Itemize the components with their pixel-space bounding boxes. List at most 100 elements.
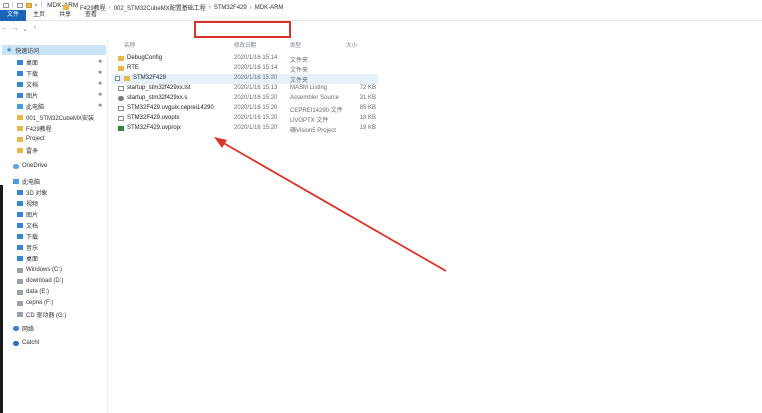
drive-icon: [17, 289, 23, 295]
document-icon: [17, 222, 23, 228]
file-row[interactable]: startup_stm32f429xx.lst 2020/1/16 15:13 …: [112, 84, 378, 94]
sidebar-item-label: 3D 对象: [26, 190, 48, 197]
drive-icon: [17, 278, 23, 284]
sidebar-item-label: 视频: [26, 201, 39, 208]
sidebar-item-desktop[interactable]: 桌面 ✱: [17, 57, 102, 67]
sidebar-item-label: 图片: [26, 212, 39, 219]
sidebar-item-quick-access[interactable]: ★ 快速访问: [2, 45, 106, 55]
file-row[interactable]: STM32F429.uvguix.ceprei14290 2020/1/16 1…: [112, 104, 378, 114]
column-header-name[interactable]: 名称: [124, 41, 135, 49]
file-date: 2020/1/16 15:14: [234, 65, 278, 71]
file-name: STM32F429.uvoptx: [127, 115, 180, 121]
file-name-cell: RTE: [118, 65, 139, 71]
navigation-pane: ★ 快速访问 桌面 ✱ 下载 ✱ 文档 ✱ 图片 ✱ 此电脑 ✱ 001_STM…: [0, 40, 108, 413]
catch-icon: [13, 340, 19, 346]
file-name: STM32F429.uvprojx: [127, 125, 182, 131]
file-type: 文件夹: [290, 58, 309, 64]
sidebar-item-pictures[interactable]: 图片 ✱: [17, 90, 102, 100]
file-row[interactable]: RTE 2020/1/16 15:14 文件夹: [112, 64, 378, 74]
navigation-bar: ← → ⌄ ↑: [0, 21, 762, 36]
drive-icon: [17, 300, 23, 306]
desktop-icon: [17, 59, 23, 65]
picture-icon: [17, 92, 23, 98]
sidebar-item-3d-objects[interactable]: 3D 对象: [17, 187, 47, 197]
arrow-head: [214, 137, 227, 148]
sidebar-item-documents[interactable]: 文档 ✱: [17, 79, 102, 89]
forward-arrow-icon[interactable]: →: [10, 25, 20, 32]
sidebar-item-this-pc-pinned[interactable]: 此电脑 ✱: [17, 101, 102, 111]
sidebar-item-pictures-pc[interactable]: 图片: [17, 209, 38, 219]
breadcrumb-segment[interactable]: STM32F429: [214, 5, 247, 11]
document-icon: [118, 105, 124, 111]
tab-file[interactable]: 文件: [0, 9, 27, 21]
sidebar-item-this-pc[interactable]: 此电脑: [13, 176, 40, 186]
sidebar-item-label: F429教程: [26, 126, 52, 133]
quick-access-properties-icon[interactable]: [16, 2, 23, 8]
sidebar-item-drive-f[interactable]: ceprei (F:): [17, 298, 53, 308]
sidebar-item-downloads[interactable]: 下载 ✱: [17, 68, 102, 78]
column-header-date[interactable]: 修改日期: [234, 41, 256, 49]
download-icon: [17, 70, 23, 76]
sidebar-scrollbar[interactable]: [0, 185, 3, 413]
file-row[interactable]: DebugConfig 2020/1/16 15:14 文件夹: [112, 54, 378, 64]
back-arrow-icon[interactable]: ←: [0, 25, 10, 32]
address-bar[interactable]: › F429教程 › 002_STM32CubeMX配置基础工程 › STM32…: [63, 2, 283, 13]
file-size: 31 KB: [359, 95, 376, 101]
column-header-type[interactable]: 类型: [290, 41, 301, 49]
pin-icon[interactable]: ✱: [98, 103, 102, 109]
file-row[interactable]: STM32F429.uvoptx 2020/1/16 15:20 UVOPTX …: [112, 114, 378, 124]
file-name: startup_stm32f429xx.s: [127, 95, 188, 101]
sidebar-item-onedrive[interactable]: OneDrive: [13, 161, 47, 171]
column-header-size[interactable]: 大小: [346, 41, 357, 49]
file-row[interactable]: STM32F429 2020/1/16 15:20 文件夹: [112, 74, 378, 84]
sidebar-item-label: CD 驱动器 (G:): [26, 312, 67, 319]
pin-icon[interactable]: ✱: [98, 92, 102, 98]
sidebar-item-drive-e[interactable]: data (E:): [17, 287, 49, 297]
sidebar-item-label: 文档: [26, 82, 39, 89]
document-icon: [118, 115, 124, 121]
up-arrow-icon[interactable]: ↑: [30, 25, 40, 32]
breadcrumb-chevron-icon[interactable]: ›: [75, 5, 77, 11]
download-icon: [17, 233, 23, 239]
sidebar-item-leimao[interactable]: 雷矛: [17, 145, 38, 155]
sidebar-item-project[interactable]: Project: [17, 134, 45, 144]
sidebar-item-drive-c[interactable]: Windows (C:): [17, 265, 62, 275]
file-type: MASM Listing: [290, 85, 328, 91]
file-name: DebugConfig: [127, 55, 163, 61]
pin-icon[interactable]: ✱: [98, 81, 102, 87]
row-checkbox[interactable]: [115, 76, 120, 81]
sidebar-item-label: 快速访问: [15, 48, 40, 55]
file-name: STM32F429.uvguix.ceprei14290: [127, 105, 214, 111]
cd-drive-icon: [17, 311, 23, 317]
sidebar-item-desktop-pc[interactable]: 桌面: [17, 253, 38, 263]
sidebar-item-drive-d[interactable]: download (D:): [17, 276, 63, 286]
sidebar-item-videos[interactable]: 视频: [17, 198, 38, 208]
sidebar-item-drive-g[interactable]: CD 驱动器 (G:): [17, 309, 66, 319]
file-row[interactable]: STM32F429.uvprojx 2020/1/16 15:20 礦Visio…: [112, 124, 378, 134]
sidebar-item-label: download (D:): [26, 278, 64, 284]
sidebar-item-documents-pc[interactable]: 文档: [17, 220, 38, 230]
new-folder-icon[interactable]: [25, 2, 32, 8]
sidebar-item-label: 下载: [26, 71, 39, 78]
sidebar-item-catchi[interactable]: CatchI: [13, 338, 39, 348]
sidebar-item-music[interactable]: 音乐: [17, 242, 38, 252]
sidebar-item-downloads-pc[interactable]: 下载: [17, 231, 38, 241]
breadcrumb-segment[interactable]: 002_STM32CubeMX配置基础工程: [114, 3, 206, 12]
pin-icon[interactable]: ✱: [98, 59, 102, 65]
breadcrumb-chevron-icon[interactable]: ›: [109, 5, 111, 11]
sidebar-item-label: Project: [26, 136, 45, 142]
breadcrumb-segment[interactable]: MDK-ARM: [255, 5, 284, 11]
file-row[interactable]: startup_stm32f429xx.s 2020/1/16 15:20 As…: [112, 94, 378, 104]
breadcrumb-chevron-icon[interactable]: ›: [209, 5, 211, 11]
picture-icon: [17, 211, 23, 217]
recent-locations-chevron-icon[interactable]: ⌄: [20, 25, 30, 33]
pin-icon[interactable]: ✱: [98, 70, 102, 76]
tab-home[interactable]: 主页: [26, 10, 52, 21]
breadcrumb-segment[interactable]: F429教程: [80, 3, 106, 12]
breadcrumb-chevron-icon[interactable]: ›: [250, 5, 252, 11]
sidebar-item-cubemx-install[interactable]: 001_STM32CubeMX安装: [17, 112, 94, 122]
quick-access-chevron-icon[interactable]: ▾: [35, 2, 38, 9]
sidebar-item-network[interactable]: 网络: [13, 323, 34, 333]
file-size: 85 KB: [359, 105, 376, 111]
sidebar-item-f429-tutorial[interactable]: F429教程: [17, 123, 52, 133]
